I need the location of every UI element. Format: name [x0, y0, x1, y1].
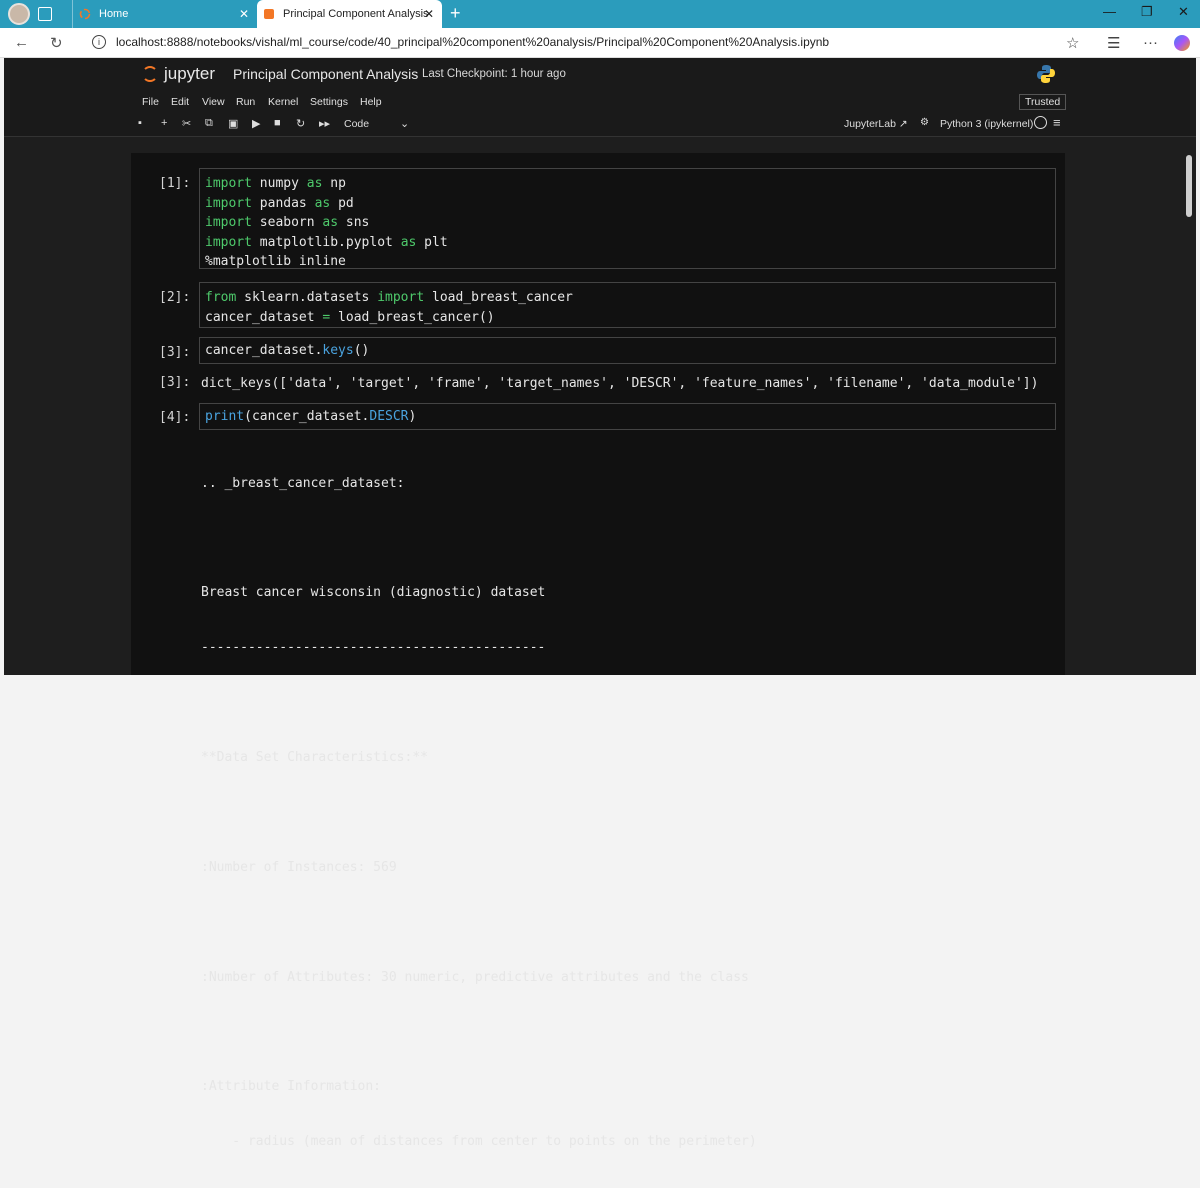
notebook-title[interactable]: Principal Component Analysis — [233, 66, 418, 82]
output-line: :Attribute Information: — [201, 1079, 382, 1095]
profile-avatar[interactable] — [8, 3, 30, 25]
cell-source[interactable]: import numpy as np import pandas as pd i… — [199, 168, 1056, 269]
address-bar-row: ← ↻ i localhost:8888/notebooks/vishal/ml… — [0, 28, 1200, 58]
kernel-status-icon — [1034, 116, 1047, 129]
jupyter-logo-icon — [142, 66, 158, 82]
browser-tab-bar: Home ✕ Principal Component Analysis ✕ + … — [0, 0, 1200, 28]
cell-prompt: [4]: — [159, 410, 191, 425]
cell-output: dict_keys(['data', 'target', 'frame', 't… — [201, 376, 1039, 391]
output-line: **Data Set Characteristics:** — [201, 750, 428, 766]
close-tab-icon[interactable]: ✕ — [239, 7, 249, 21]
menu-view[interactable]: View — [202, 96, 225, 108]
restart-icon[interactable]: ↻ — [296, 117, 305, 130]
cell-source[interactable]: from sklearn.datasets import load_breast… — [199, 282, 1056, 328]
new-tab-button[interactable]: + — [450, 3, 461, 24]
notebook-panel: [1]: import numpy as np import pandas as… — [131, 153, 1065, 1149]
menu-help[interactable]: Help — [360, 96, 382, 108]
cell-4-output: .. _breast_cancer_dataset: Breast cancer… — [201, 438, 757, 1188]
run-all-icon[interactable]: ▸▸ — [319, 117, 330, 130]
menu-edit[interactable]: Edit — [171, 96, 189, 108]
output-prompt: [3]: — [159, 375, 191, 390]
page-scrollbar[interactable] — [1185, 140, 1193, 675]
output-line: ----------------------------------------… — [201, 640, 546, 656]
menu-file[interactable]: File — [142, 96, 159, 108]
favorite-star-icon[interactable]: ☆ — [1066, 34, 1079, 52]
close-window-icon[interactable]: ✕ — [1178, 4, 1189, 20]
scrollbar-thumb[interactable] — [1186, 155, 1192, 217]
jupyter-favicon-icon — [264, 9, 274, 19]
menu-run[interactable]: Run — [236, 96, 255, 108]
url-field[interactable]: localhost:8888/notebooks/vishal/ml_cours… — [116, 35, 829, 49]
back-icon[interactable]: ← — [14, 34, 29, 51]
favorites-list-icon[interactable]: ☰ — [1107, 34, 1120, 52]
cell-prompt: [3]: — [159, 345, 191, 360]
kernel-settings-icon[interactable]: ⚙ — [920, 117, 929, 128]
tab-active-label: Principal Component Analysis — [283, 8, 429, 20]
output-line: :Number of Attributes: 30 numeric, predi… — [201, 969, 749, 985]
cell-source[interactable]: print(cancer_dataset.DESCR) — [199, 403, 1056, 430]
jupyter-brand: jupyter — [164, 64, 216, 83]
paste-icon[interactable]: ▣ — [228, 117, 238, 130]
chevron-down-icon[interactable]: ⌄ — [400, 117, 409, 130]
cut-icon[interactable]: ✂ — [182, 117, 191, 130]
cell-type-select[interactable]: Code — [344, 118, 369, 130]
trusted-badge[interactable]: Trusted — [1019, 94, 1067, 110]
checkpoint-status: Last Checkpoint: 1 hour ago — [422, 68, 566, 80]
output-line: :Number of Instances: 569 — [201, 859, 397, 875]
cell-prompt: [1]: — [159, 176, 191, 191]
jupyter-favicon-icon — [79, 8, 91, 20]
menu-kernel[interactable]: Kernel — [268, 96, 298, 108]
menu-settings[interactable]: Settings — [310, 96, 348, 108]
kernel-name[interactable]: Python 3 (ipykernel) — [940, 118, 1033, 130]
notebook-toolbar: ▪ + ✂ ⧉ ▣ ▶ ■ ↻ ▸▸ Code ⌄ JupyterLab ↗ ⚙… — [4, 113, 1196, 137]
jupyter-app: jupyter Principal Component Analysis Las… — [4, 58, 1196, 1149]
output-line: - radius (mean of distances from center … — [201, 1134, 757, 1150]
cell-prompt: [2]: — [159, 290, 191, 305]
jupyterlab-link[interactable]: JupyterLab ↗ — [844, 118, 908, 130]
output-line: Breast cancer wisconsin (diagnostic) dat… — [201, 585, 546, 601]
save-icon[interactable]: ▪ — [138, 117, 142, 129]
add-cell-icon[interactable]: + — [161, 117, 167, 129]
site-info-icon[interactable]: i — [92, 35, 106, 49]
restore-icon[interactable]: ❐ — [1141, 4, 1153, 20]
refresh-icon[interactable]: ↻ — [50, 34, 63, 52]
tab-principal-component-analysis[interactable]: Principal Component Analysis ✕ — [257, 0, 442, 28]
tab-home[interactable]: Home ✕ — [72, 0, 257, 28]
jupyter-header: jupyter Principal Component Analysis Las… — [4, 58, 1196, 91]
menu-bar: File Edit View Run Kernel Settings Help … — [4, 91, 1196, 113]
copilot-icon[interactable] — [1174, 35, 1190, 51]
workspaces-icon[interactable] — [38, 7, 52, 21]
copy-icon[interactable]: ⧉ — [205, 117, 213, 130]
python-logo-icon — [1037, 65, 1055, 83]
close-tab-icon[interactable]: ✕ — [424, 7, 434, 21]
run-icon[interactable]: ▶ — [252, 117, 260, 130]
menu-icon[interactable]: ≡ — [1053, 115, 1061, 130]
cell-source[interactable]: cancer_dataset.keys() — [199, 337, 1056, 364]
stop-icon[interactable]: ■ — [274, 117, 281, 129]
tab-home-label: Home — [99, 8, 129, 20]
minimize-icon[interactable]: — — [1103, 4, 1116, 19]
more-options-icon[interactable]: ··· — [1143, 34, 1158, 51]
jupyter-logo[interactable]: jupyter — [142, 64, 215, 84]
jupyterlab-label: JupyterLab — [844, 118, 896, 130]
output-line: .. _breast_cancer_dataset: — [201, 475, 405, 491]
